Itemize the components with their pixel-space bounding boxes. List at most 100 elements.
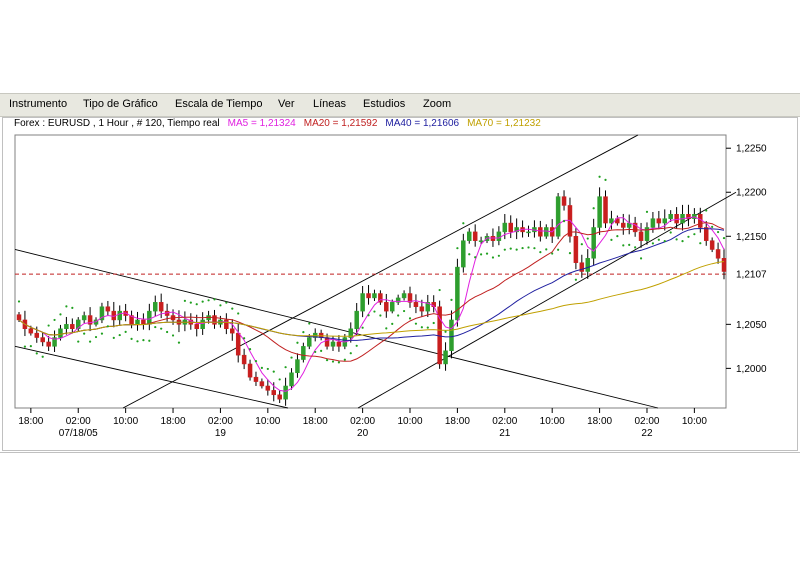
candle-body [502, 222, 508, 233]
sar-dot [88, 340, 92, 343]
x-tick-label: 18:00 [445, 416, 470, 427]
sar-dot [533, 247, 536, 250]
sar-dot [260, 366, 263, 370]
x-tick-label: 02:00 [208, 416, 233, 427]
sar-dot [106, 325, 109, 328]
candle-body [662, 218, 668, 224]
candle-body [603, 196, 608, 224]
price-chart[interactable]: 1,2250 1,2200 1,2150 1,2050 1,2000 1,2107 18:0… [3, 118, 797, 450]
y-tick-label: 1,2050 [736, 320, 767, 331]
candle-body [555, 196, 561, 237]
menu-escala-de-tiempo[interactable]: Escala de Tiempo [175, 98, 262, 110]
sar-dot [604, 178, 607, 181]
menu-zoom[interactable]: Zoom [423, 98, 451, 110]
sar-dot [716, 230, 720, 234]
candle-body [330, 341, 336, 347]
ma20-legend: MA20 = 1,21592 [303, 118, 378, 129]
candle-body [561, 196, 567, 206]
candle-body [585, 258, 590, 272]
sar-dot [438, 288, 441, 292]
sar-dot [568, 252, 572, 255]
candle-body [277, 394, 282, 400]
sar-dot [160, 327, 163, 330]
sar-dot [681, 240, 684, 243]
sar-dot [675, 238, 678, 241]
sar-dot [722, 236, 726, 240]
menu-estudios[interactable]: Estudios [363, 98, 405, 110]
candle-body [419, 306, 425, 312]
sar-dot [367, 314, 370, 317]
candle-body [324, 337, 330, 347]
candle-body [336, 341, 342, 347]
trend-line [122, 134, 639, 409]
x-tick-label: 10:00 [540, 416, 565, 427]
x-tick-label: 18:00 [587, 416, 612, 427]
candle-body [638, 231, 644, 241]
y-tick-label: 1,2250 [736, 144, 767, 155]
sar-dot [699, 242, 702, 245]
sar-dot [468, 253, 471, 256]
y-tick-label: 1,2150 [736, 232, 767, 243]
candle-body [46, 341, 51, 347]
candle-body [153, 302, 158, 312]
sar-dot [515, 248, 518, 251]
sar-dot [290, 356, 293, 359]
sar-dot [551, 252, 554, 255]
y-tick-label: 1,2000 [736, 364, 767, 375]
candle-body [472, 231, 478, 241]
candle-body [34, 332, 40, 338]
candle-body [597, 196, 602, 228]
candle-body [259, 381, 265, 387]
candle-body [401, 293, 407, 299]
ma40-line [18, 227, 725, 341]
ma20-line [18, 222, 725, 362]
sar-dot [497, 254, 500, 257]
sar-dot [320, 349, 323, 352]
sar-dot [148, 339, 151, 342]
sar-dot [118, 333, 121, 337]
sar-dot [23, 345, 27, 348]
x-date-label: 19 [215, 428, 227, 439]
sar-dot [112, 336, 115, 339]
sar-dot [302, 331, 305, 334]
sar-dot [462, 222, 465, 225]
x-date-label: 20 [357, 428, 369, 439]
sar-dot [687, 235, 690, 238]
x-tick-label: 18:00 [18, 416, 43, 427]
candle-body [253, 376, 259, 382]
sar-dot [693, 233, 696, 236]
candle-body [508, 222, 513, 233]
candle-body [271, 390, 276, 396]
sar-dot [634, 246, 637, 249]
x-tick-label: 02:00 [492, 416, 517, 427]
sar-dot [237, 312, 240, 315]
sar-dot [231, 307, 234, 310]
menu-lineas[interactable]: Líneas [313, 98, 346, 110]
sar-dot [628, 243, 631, 246]
candle-body [715, 249, 721, 259]
trend-line [357, 191, 737, 409]
sar-dot [361, 326, 364, 329]
candle-body [389, 302, 395, 312]
candle-body [105, 306, 111, 312]
menu-instrumento[interactable]: Instrumento [9, 98, 67, 110]
sar-dot [592, 207, 595, 210]
menu-ver[interactable]: Ver [278, 98, 295, 110]
sar-dot [426, 326, 429, 329]
candle-body [709, 240, 715, 250]
sar-dot [266, 367, 269, 371]
candle-body [70, 324, 75, 329]
sar-dot [355, 344, 358, 347]
sar-dot [124, 330, 127, 333]
sar-dot [474, 256, 477, 259]
ma5-line [18, 216, 725, 392]
candle-body [235, 332, 241, 356]
trend-line [14, 345, 289, 409]
sar-dot [343, 358, 346, 361]
candle-body [526, 231, 531, 234]
trend-line [14, 249, 659, 409]
candle-body [289, 372, 294, 387]
menu-tipo-de-grafico[interactable]: Tipo de Gráfico [83, 98, 158, 110]
sar-dot [639, 257, 643, 260]
sar-dot [35, 352, 38, 355]
